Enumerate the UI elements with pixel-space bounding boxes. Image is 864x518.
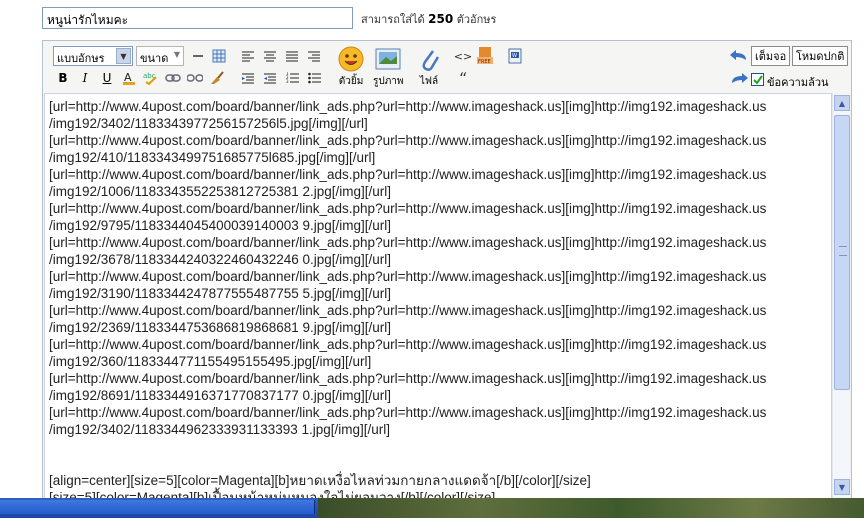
text-line: /img192/3190/1183344247877555487755 5.jp…	[49, 286, 392, 301]
emoticon-button[interactable]: ตัวยิ้ม	[337, 45, 365, 89]
outdent-icon[interactable]	[238, 68, 258, 88]
indent-icon[interactable]	[260, 68, 280, 88]
italic-icon[interactable]: I	[75, 68, 95, 88]
undo-icon[interactable]	[729, 46, 749, 66]
smiley-icon	[337, 45, 365, 73]
text-line: /img192/1006/1183343552253812725381 2.jp…	[49, 184, 392, 199]
scroll-grip-icon	[839, 246, 847, 256]
text-line: [url=http://www.4upost.com/board/banner/…	[49, 371, 767, 386]
align-center-icon[interactable]	[260, 46, 280, 66]
plain-text-checkbox[interactable]	[751, 73, 764, 86]
image-label: รูปภาพ	[373, 76, 404, 87]
post-editor: แบบอักษร ▼ ขนาด ▼ B I U A abc 1 2 3 ตัวย…	[42, 40, 852, 500]
redo-icon[interactable]	[729, 69, 749, 89]
message-content: [url=http://www.4upost.com/board/banner/…	[49, 98, 827, 498]
chevron-down-icon: ▼	[173, 50, 180, 59]
free-badge-icon[interactable]: FREE	[475, 45, 495, 65]
link-icon[interactable]	[163, 68, 183, 88]
spellcheck-icon[interactable]: abc	[141, 68, 161, 88]
text-line: [align=center][size=5][color=Magenta][b]…	[49, 473, 591, 488]
bold-icon[interactable]: B	[53, 68, 73, 88]
text-line: [url=http://www.4upost.com/board/banner/…	[49, 235, 767, 250]
text-line: [url=http://www.4upost.com/board/banner/…	[49, 405, 767, 420]
text-line: /img192/360/1183344771155495155495.jpg[/…	[49, 354, 372, 369]
file-label: ไฟล์	[419, 76, 439, 87]
align-right-icon[interactable]	[304, 46, 324, 66]
emoticon-label: ตัวยิ้ม	[338, 76, 364, 87]
horizontal-rule-icon[interactable]	[188, 46, 208, 66]
font-color-icon[interactable]: A	[119, 68, 139, 88]
image-icon	[374, 45, 402, 73]
os-taskbar	[0, 498, 864, 518]
title-row: หนูน่ารักไหมคะ สามารถใส่ได้ 250 ตัวอักษร	[0, 0, 864, 38]
message-textarea[interactable]: [url=http://www.4upost.com/board/banner/…	[44, 93, 832, 499]
text-line: [url=http://www.4upost.com/board/banner/…	[49, 99, 767, 114]
size-select-value: ขนาด	[140, 52, 169, 65]
text-line: /img192/3402/1183343977256157256l5.jpg[/…	[49, 116, 368, 131]
checkmark-icon	[752, 74, 763, 85]
scroll-down-icon[interactable]: ▼	[834, 479, 850, 495]
text-line: [url=http://www.4upost.com/board/banner/…	[49, 201, 767, 216]
svg-text:3: 3	[286, 79, 289, 84]
text-line: /img192/2369/1183344753686819868681 9.jp…	[49, 320, 392, 335]
paperclip-icon	[415, 45, 443, 73]
unlink-icon[interactable]	[185, 68, 205, 88]
hint-suffix: ตัวอักษร	[456, 13, 497, 26]
bullet-list-icon[interactable]	[304, 68, 324, 88]
hint-count: 250	[428, 12, 454, 26]
file-button[interactable]: ไฟล์	[415, 45, 443, 89]
code-icon[interactable]: <>	[453, 46, 473, 66]
fullscreen-button[interactable]: เต็มจอ	[751, 46, 791, 66]
hint-prefix: สามารถใส่ได้	[361, 13, 425, 26]
quote-icon[interactable]: “	[453, 68, 473, 88]
text-line: /img192/3402/1183344962333931133393 1.jp…	[49, 422, 391, 437]
blank-gap	[49, 438, 827, 472]
size-select[interactable]: ขนาด ▼	[136, 46, 184, 66]
normal-mode-button[interactable]: โหมดปกติ	[792, 46, 849, 66]
vertical-scrollbar[interactable]: ▲ ▼	[832, 93, 850, 499]
text-line: [url=http://www.4upost.com/board/banner/…	[49, 337, 767, 352]
word-paste-icon[interactable]: W	[505, 46, 525, 66]
text-line: /img192/3678/1183344240322460432246 0.jp…	[49, 252, 392, 267]
desktop-background	[318, 498, 864, 518]
scrollbar-thumb[interactable]	[834, 115, 850, 390]
fullscreen-label: เต็มจอ	[755, 50, 787, 63]
text-line: /img192/410/1183343499751685775l685.jpg[…	[49, 150, 376, 165]
image-button[interactable]: รูปภาพ	[373, 45, 404, 89]
align-left-icon[interactable]	[238, 46, 258, 66]
remove-format-icon[interactable]	[207, 68, 227, 88]
align-justify-icon[interactable]	[282, 46, 302, 66]
title-length-hint: สามารถใส่ได้ 250 ตัวอักษร	[361, 10, 496, 28]
svg-text:W: W	[512, 53, 517, 59]
text-line: [url=http://www.4upost.com/board/banner/…	[49, 303, 767, 318]
editor-toolbar: แบบอักษร ▼ ขนาด ▼ B I U A abc 1 2 3 ตัวย…	[43, 41, 851, 93]
svg-text:FREE: FREE	[478, 59, 491, 65]
table-icon[interactable]	[209, 46, 229, 66]
font-select[interactable]: แบบอักษร ▼	[53, 46, 133, 66]
text-line: [url=http://www.4upost.com/board/banner/…	[49, 167, 767, 182]
plain-text-label: ข้อความล้วน	[767, 76, 829, 89]
text-line: [url=http://www.4upost.com/board/banner/…	[49, 133, 767, 148]
normal-mode-label: โหมดปกติ	[796, 50, 845, 63]
taskbar-window-item[interactable]	[0, 500, 315, 514]
text-line: /img192/8691/1183344916371770837177 0.jp…	[49, 388, 392, 403]
title-input[interactable]: หนูน่ารักไหมคะ	[42, 7, 353, 29]
text-line: [url=http://www.4upost.com/board/banner/…	[49, 269, 767, 284]
chevron-down-icon: ▼	[116, 48, 131, 64]
text-line: /img192/9795/1183344045400039140003 9.jp…	[49, 218, 392, 233]
underline-icon[interactable]: U	[97, 68, 117, 88]
numbered-list-icon[interactable]: 123	[282, 68, 302, 88]
scroll-up-icon[interactable]: ▲	[834, 95, 850, 111]
font-select-value: แบบอักษร	[57, 52, 105, 65]
